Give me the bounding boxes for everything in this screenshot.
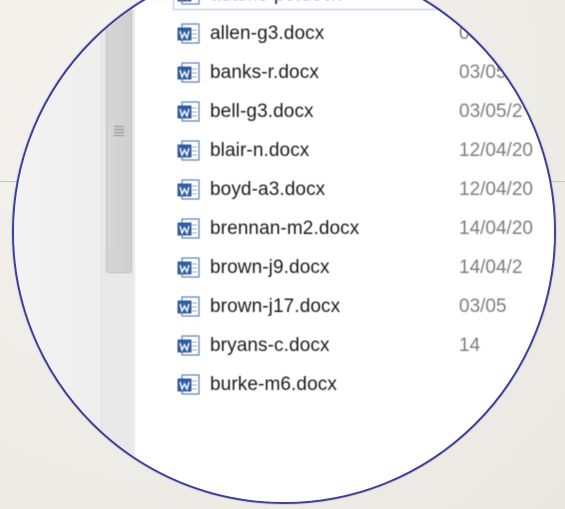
file-name: allen-g3.docx <box>210 23 325 44</box>
word-document-icon <box>177 140 201 162</box>
word-document-icon <box>177 257 201 279</box>
file-name: burke-m6.docx <box>210 374 337 395</box>
file-row[interactable]: banks-r.docx 03/05 <box>135 57 554 89</box>
file-date-modified: 12/04/20 <box>459 140 533 161</box>
file-row[interactable]: adams-p3.docx <box>135 0 554 11</box>
file-date-modified: 14/04/20 <box>459 218 533 239</box>
word-document-icon <box>177 0 201 6</box>
file-row[interactable]: blair-n.docx 12/04/20 <box>135 135 554 167</box>
file-name: bryans-c.docx <box>210 335 330 356</box>
word-document-icon <box>177 296 201 318</box>
word-document-icon <box>177 62 201 84</box>
file-date-modified: 03/05/2 <box>459 101 523 122</box>
file-row[interactable]: bell-g3.docx 03/05/2 <box>135 96 554 128</box>
file-row[interactable]: burke-m6.docx <box>135 369 554 401</box>
file-date-modified: 03/05 <box>459 62 507 83</box>
file-name: adams-p3.docx <box>210 0 341 6</box>
file-date-modified: 03/05 <box>459 296 507 317</box>
word-document-icon <box>177 23 201 45</box>
word-document-icon <box>177 335 201 357</box>
file-row[interactable]: brennan-m2.docx 14/04/20 <box>135 213 554 245</box>
explorer-pane: adams-p3.docx allen-g3.docx 03 banks-r.docx… <box>14 0 554 502</box>
file-name: brown-j9.docx <box>210 257 330 278</box>
file-name: brennan-m2.docx <box>210 218 360 239</box>
file-date-modified: 12/04/20 <box>459 179 533 200</box>
file-date-modified: 03 <box>459 23 481 44</box>
file-name: brown-j17.docx <box>210 296 341 317</box>
file-name: banks-r.docx <box>210 62 319 83</box>
file-row[interactable]: brown-j9.docx 14/04/2 <box>135 252 554 284</box>
file-name: blair-n.docx <box>210 140 310 161</box>
word-document-icon <box>177 101 201 123</box>
magnifier-lens: adams-p3.docx allen-g3.docx 03 banks-r.docx… <box>12 0 556 504</box>
vertical-scrollbar[interactable] <box>101 2 137 502</box>
word-document-icon <box>177 179 201 201</box>
file-date-modified: 14 <box>459 335 481 356</box>
file-date-modified: 14/04/2 <box>459 257 523 278</box>
scrollbar-thumb[interactable] <box>106 2 132 273</box>
file-list: adams-p3.docx allen-g3.docx 03 banks-r.docx… <box>135 0 554 502</box>
file-row[interactable]: allen-g3.docx 03 <box>135 18 554 50</box>
navigation-pane <box>14 2 101 502</box>
file-row[interactable]: bryans-c.docx 14 <box>135 330 554 362</box>
word-document-icon <box>177 218 201 240</box>
scrollbar-grip-icon <box>114 126 124 136</box>
file-name: boyd-a3.docx <box>210 179 326 200</box>
word-document-icon <box>177 374 201 396</box>
file-name: bell-g3.docx <box>210 101 314 122</box>
file-row[interactable]: boyd-a3.docx 12/04/20 <box>135 174 554 206</box>
file-row[interactable]: brown-j17.docx 03/05 <box>135 291 554 323</box>
